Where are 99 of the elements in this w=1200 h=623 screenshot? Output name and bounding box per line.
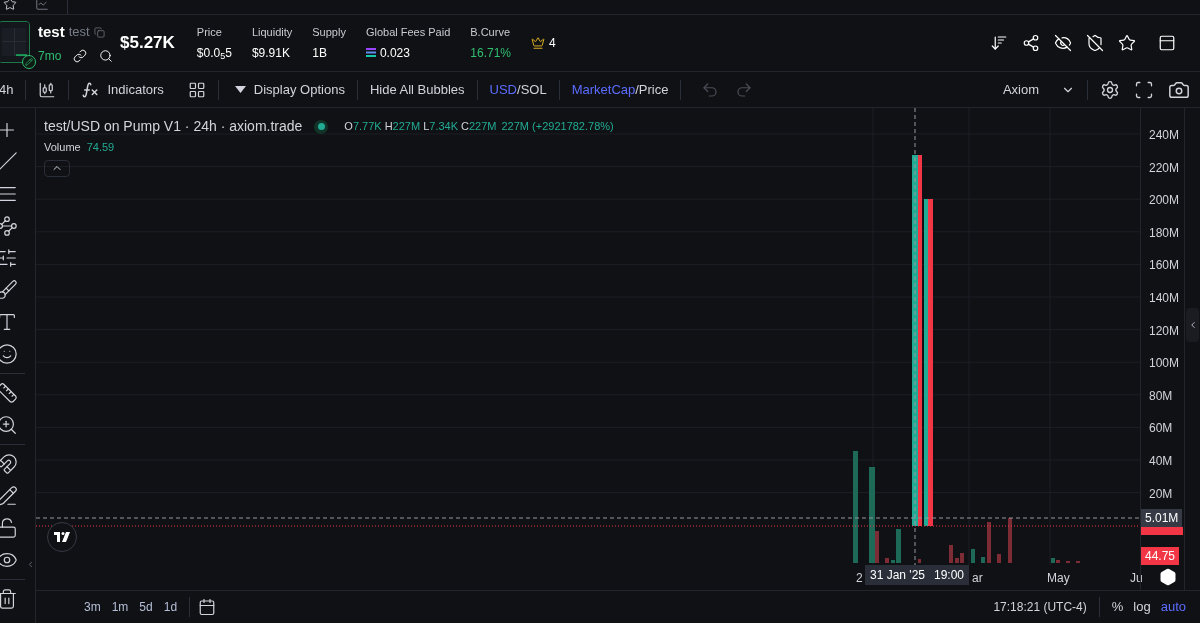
- pencil-icon[interactable]: [0, 485, 18, 507]
- stat-label: Liquidity: [251, 25, 293, 41]
- star-icon[interactable]: [3, 0, 17, 11]
- link-icon[interactable]: [73, 49, 88, 64]
- time-label: ar: [972, 570, 983, 587]
- trash-icon[interactable]: [0, 588, 18, 610]
- stat-label: Supply: [312, 25, 346, 41]
- toggle-option[interactable]: USD: [489, 79, 517, 100]
- token-age: 7mo: [38, 48, 62, 66]
- search-icon[interactable]: [99, 49, 114, 64]
- settings-icon[interactable]: [1100, 79, 1120, 100]
- brush-icon[interactable]: [0, 279, 18, 301]
- ohlc-value: L7.34K: [423, 119, 458, 135]
- range-button[interactable]: 5d: [139, 598, 153, 616]
- stat-value: 0.023: [379, 44, 410, 62]
- window-icon[interactable]: [1158, 34, 1176, 52]
- stat-value: $0.0$_{5}$5: [196, 44, 232, 62]
- logo-icon[interactable]: [47, 522, 77, 552]
- token-ticker: test: [68, 23, 90, 42]
- toggle-option[interactable]: Price: [638, 79, 669, 100]
- text-tool-icon[interactable]: [0, 311, 18, 333]
- indicators-button[interactable]: Indicators: [81, 79, 164, 100]
- display-options-button[interactable]: Display Options: [234, 79, 345, 100]
- stat-label: Global Fees Paid: [365, 25, 451, 41]
- time-label: Ju: [1130, 570, 1143, 587]
- price-label: 44.75: [1141, 547, 1180, 565]
- stat-value: $9.91K: [251, 44, 290, 62]
- crown-icon: [531, 36, 545, 50]
- token-name: test: [38, 21, 65, 42]
- pencil-icon: [25, 58, 33, 66]
- crown-count: 4: [549, 35, 556, 52]
- theme-select[interactable]: Axiom: [1002, 79, 1075, 100]
- price-tick: 60M: [1149, 420, 1173, 438]
- candlestick-icon[interactable]: [38, 80, 57, 99]
- magnet-icon[interactable]: [0, 453, 18, 475]
- hexagon-icon[interactable]: [1159, 568, 1177, 586]
- stat-label: Price: [196, 25, 223, 41]
- shield-off-icon[interactable]: [1086, 34, 1104, 52]
- ohlc-value: O7.77K: [344, 119, 382, 135]
- layout-grid-icon[interactable]: [187, 80, 206, 99]
- price-tick: 100M: [1149, 355, 1180, 373]
- volume-value: 74.59: [86, 140, 115, 155]
- sol-icon: [365, 48, 376, 58]
- range-button[interactable]: 3m: [84, 598, 101, 616]
- crosshair-time: 19:00: [933, 567, 964, 584]
- separator-text: /: [635, 80, 639, 99]
- stat-value: 16.71%: [470, 44, 511, 62]
- ruler-icon[interactable]: [0, 382, 18, 404]
- stat-value: 1B: [312, 44, 327, 62]
- price-tick: 40M: [1149, 453, 1173, 470]
- sort-list-icon[interactable]: [990, 34, 1008, 52]
- separator-text: /: [517, 80, 521, 99]
- scale-option[interactable]: log: [1133, 597, 1151, 617]
- price-label: 5.01M: [1141, 509, 1183, 527]
- market-cap: $5.27K: [120, 32, 175, 55]
- smiley-icon[interactable]: [0, 343, 18, 365]
- price-tick: 200M: [1149, 192, 1180, 210]
- time-label: May: [1047, 570, 1070, 587]
- collapse-button[interactable]: [44, 159, 70, 177]
- volume-label: Volume: [44, 140, 81, 155]
- hide-icon[interactable]: [1054, 34, 1072, 52]
- price-tick: 160M: [1149, 257, 1180, 275]
- fib-lines-icon[interactable]: [0, 247, 18, 269]
- interval-button[interactable]: 4h: [0, 79, 14, 100]
- hide-bubbles-button[interactable]: Hide All Bubbles: [369, 79, 465, 100]
- range-button[interactable]: 1m: [111, 598, 129, 616]
- price-tick: 80M: [1149, 387, 1173, 405]
- change-value: 227M (+2921782.78%): [501, 119, 614, 135]
- pattern-icon[interactable]: [0, 215, 18, 237]
- fullscreen-icon[interactable]: [1134, 79, 1154, 100]
- time-label: 2: [856, 570, 863, 587]
- share-icon[interactable]: [1022, 34, 1040, 52]
- chart-icon[interactable]: [35, 0, 49, 11]
- collapse-icon[interactable]: [26, 560, 35, 569]
- price-tick: 20M: [1149, 485, 1173, 503]
- range-button[interactable]: 1d: [163, 598, 178, 616]
- toggle-option[interactable]: MarketCap: [571, 79, 636, 100]
- price-marker: [1141, 527, 1183, 535]
- stat-label: B.Curve: [470, 25, 511, 41]
- ohlc-value: C227M: [461, 119, 497, 135]
- side-panel-toggle[interactable]: [1186, 308, 1199, 342]
- scale-option[interactable]: auto: [1160, 597, 1186, 617]
- calendar-icon[interactable]: [198, 598, 217, 616]
- unlock-icon[interactable]: [0, 517, 18, 539]
- scale-option[interactable]: %: [1111, 597, 1124, 617]
- price-tick: 140M: [1149, 290, 1180, 307]
- function-icon: [81, 80, 100, 99]
- clock-text: 17:18:21 (UTC-4): [993, 599, 1087, 616]
- ohlc-value: H227M: [384, 119, 421, 135]
- price-tick: 120M: [1149, 322, 1180, 340]
- price-tick: 220M: [1149, 159, 1180, 177]
- toggle-option[interactable]: SOL: [520, 79, 547, 100]
- chart-symbol: test/USD on Pump V1 · 24h · axiom.trade: [44, 117, 303, 136]
- caret-icon: [234, 86, 246, 93]
- edit-badge[interactable]: [22, 55, 36, 69]
- zoom-in-icon[interactable]: [0, 414, 18, 436]
- price-tick: 180M: [1149, 224, 1180, 242]
- crosshair-date: 31 Jan '25: [870, 567, 925, 584]
- price-tick: 240M: [1149, 127, 1180, 144]
